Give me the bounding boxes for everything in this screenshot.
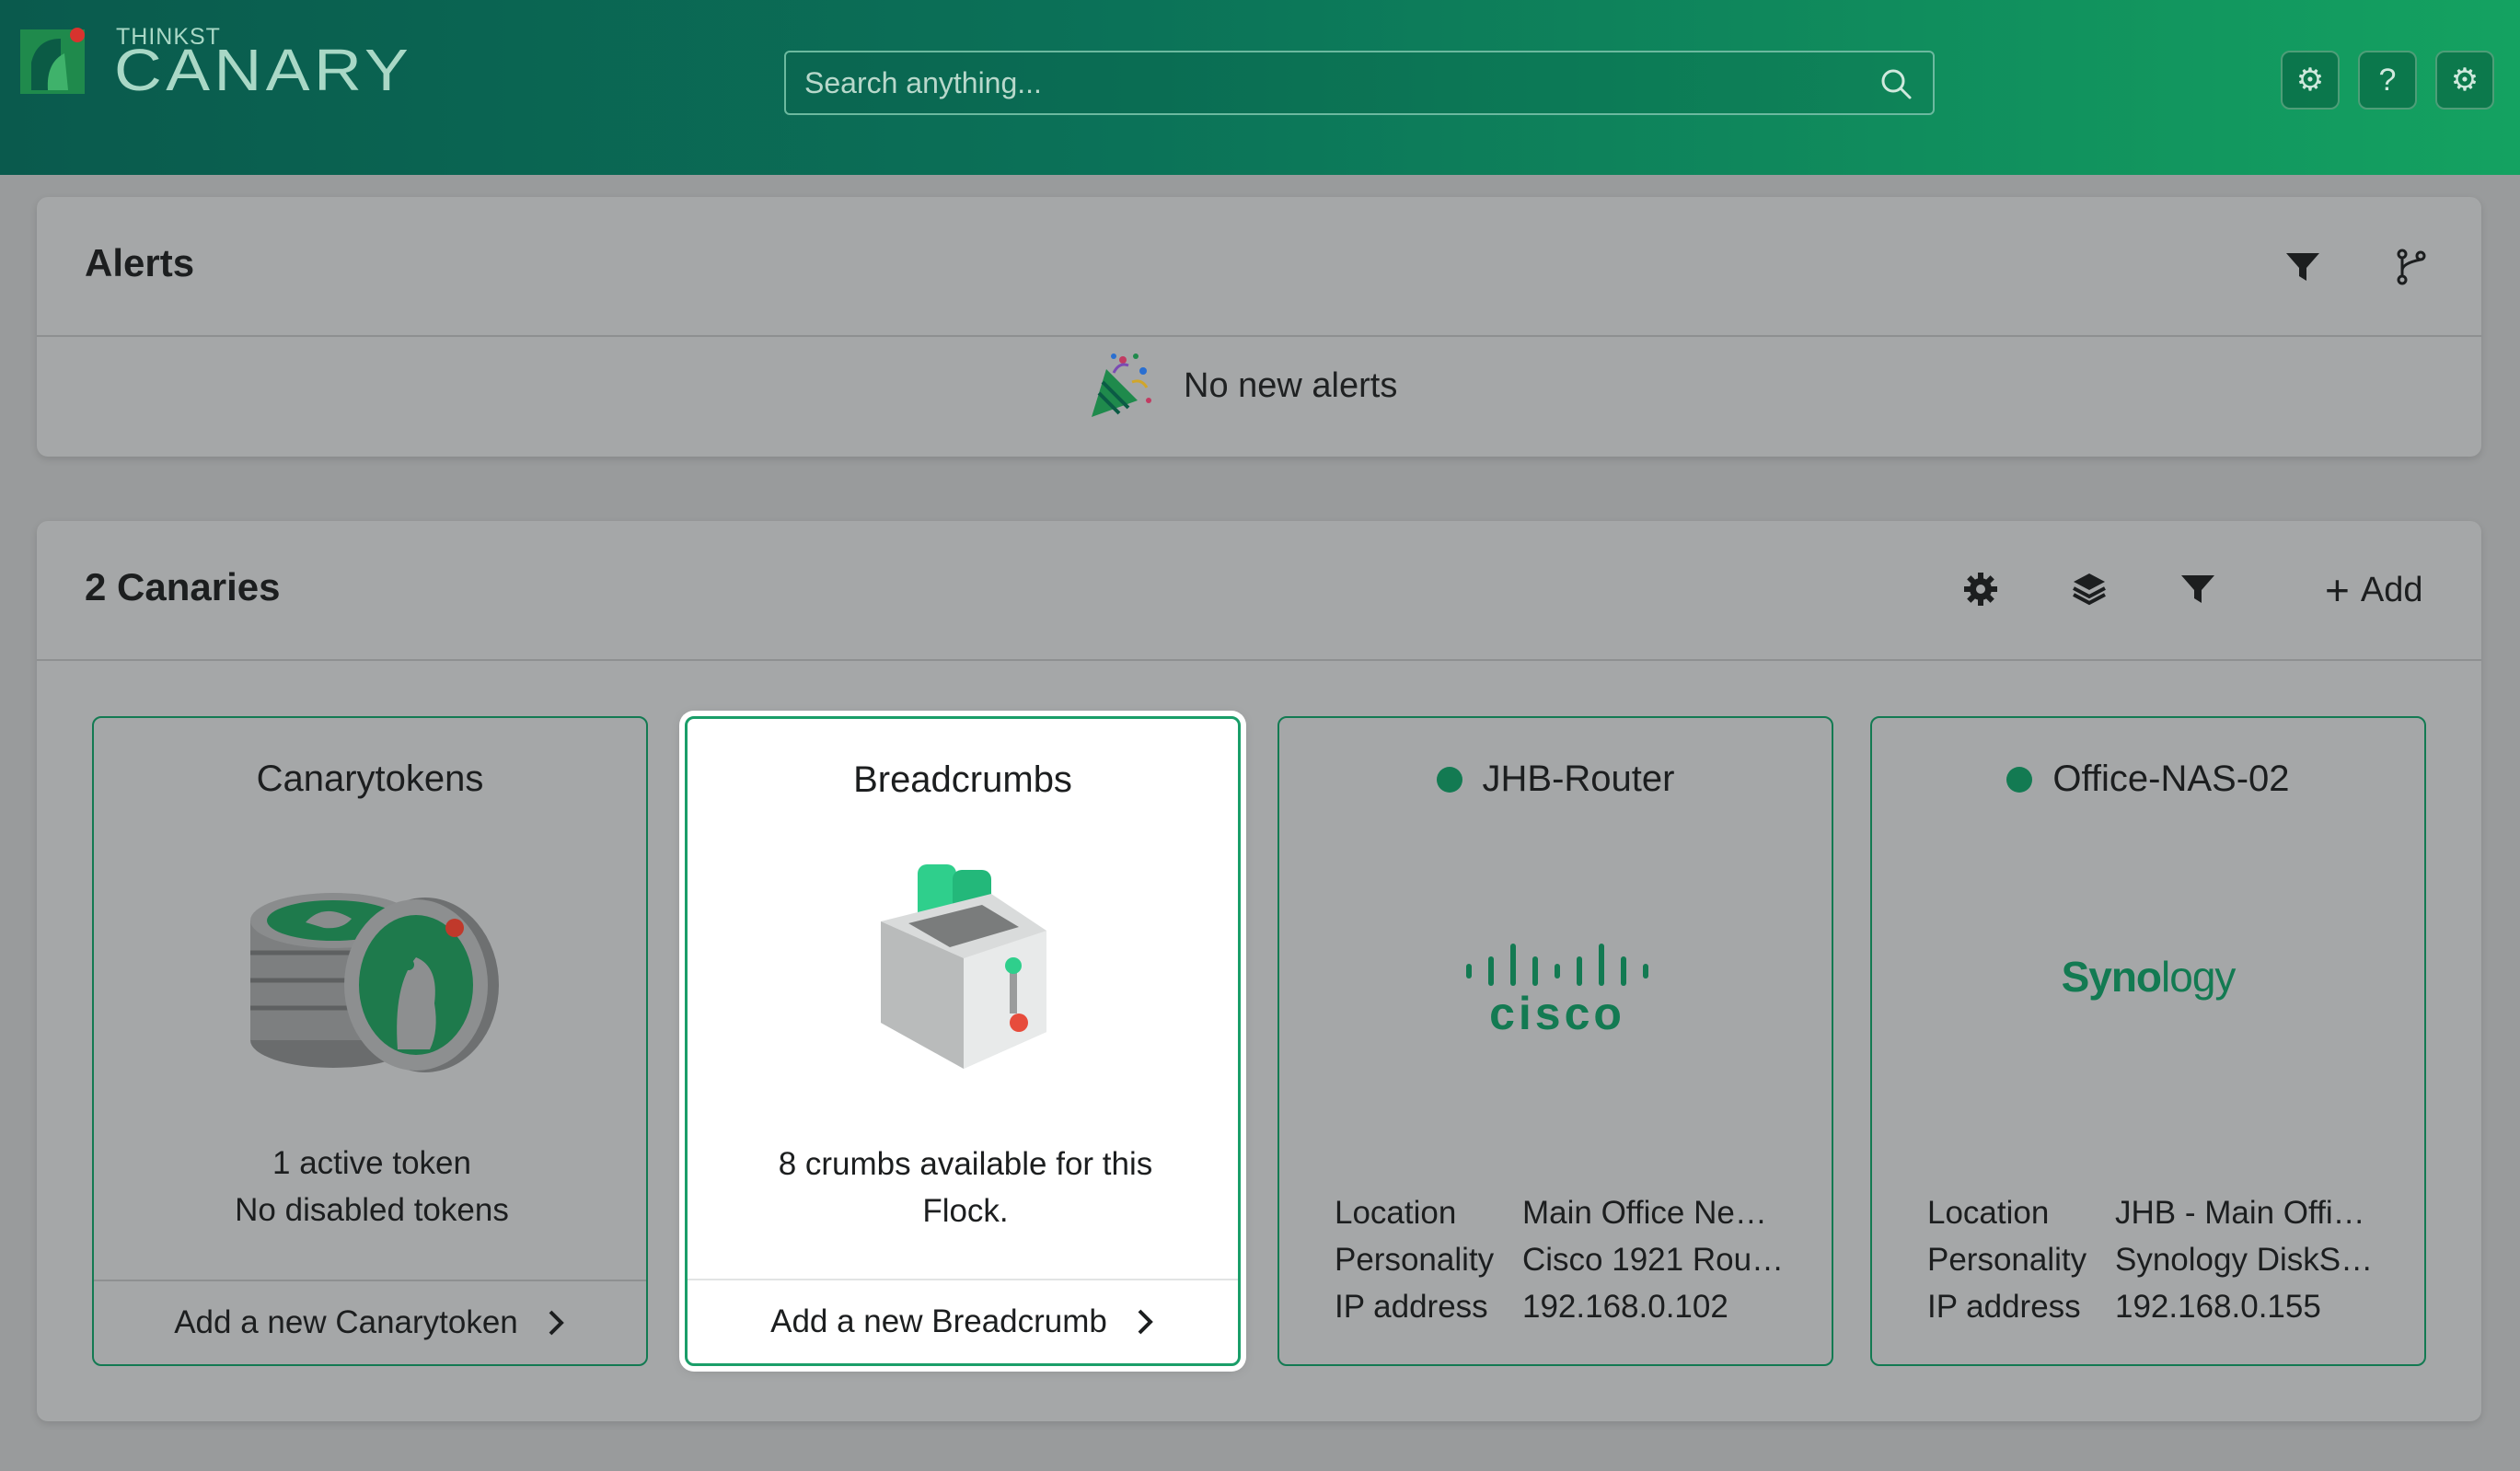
synology-logo: Synology (1872, 952, 2424, 1002)
active-token-count: 1 active token (272, 1145, 471, 1181)
alerts-title: Alerts (85, 241, 195, 284)
status-online-dot (2006, 766, 2033, 793)
info-row-location: Location Main Office Ne… (1335, 1195, 1767, 1231)
alerts-divider (37, 335, 2481, 337)
alerts-filter-button[interactable] (2283, 247, 2323, 287)
filter-icon (2181, 575, 2214, 603)
toaster-icon (881, 864, 1046, 1069)
canaries-filter-button[interactable] (2178, 569, 2218, 609)
layers-icon (2073, 573, 2106, 606)
crumbs-available-line2: Flock. (922, 1193, 1009, 1229)
office-nas-card[interactable]: Office-NAS-02 Synology Location JHB - Ma… (1870, 716, 2426, 1366)
help-icon: ? (2378, 62, 2397, 98)
alerts-branch-button[interactable] (2391, 247, 2432, 287)
card-description: 8 crumbs available for this Flock. (715, 1141, 1216, 1234)
card-description: 1 active token No disabled tokens (121, 1140, 622, 1234)
card-title-row: JHB-Router (1279, 759, 1832, 800)
search-box[interactable] (784, 51, 1935, 115)
add-canarytoken-link[interactable]: Add a new Canarytoken (94, 1280, 646, 1364)
party-popper-icon (1092, 353, 1151, 417)
add-breadcrumb-link[interactable]: Add a new Breadcrumb (688, 1279, 1238, 1363)
canarytokens-card[interactable]: Canarytokens 1 active token No disabled … (92, 716, 648, 1366)
info-row-ip-address: IP address 192.168.0.102 (1335, 1289, 1728, 1325)
canaries-layers-button[interactable] (2069, 569, 2110, 609)
info-row-location: Location JHB - Main Offi… (1927, 1195, 2365, 1231)
synology-logo-light: logy (2161, 953, 2236, 1001)
info-row-personality: Personality Synology DiskS… (1927, 1242, 2374, 1278)
device-info: Location Main Office Ne… Personality Cis… (1335, 1189, 1789, 1330)
disabled-token-count: No disabled tokens (235, 1192, 509, 1228)
search-icon[interactable] (1879, 67, 1913, 100)
canaries-gear-button[interactable] (1960, 569, 2001, 609)
brand-name: CANARY (114, 37, 413, 103)
top-header: THINKST CANARY ⚙ ? ⚙ (0, 0, 2520, 175)
status-online-dot (1436, 766, 1462, 793)
card-title-row: Office-NAS-02 (1872, 759, 2424, 800)
footer-label: Add a new Breadcrumb (770, 1303, 1107, 1339)
canary-logo[interactable]: THINKST CANARY (20, 24, 480, 107)
canary-bird-icon (20, 28, 85, 94)
no-alerts-row: No new alerts (1086, 353, 1397, 418)
gear-icon: ⚙ (2295, 63, 2325, 98)
card-title: Canarytokens (256, 759, 484, 799)
chevron-right-icon (549, 1310, 564, 1336)
search-input[interactable] (786, 52, 1854, 113)
plus-icon: + (2325, 566, 2350, 614)
filter-icon (2286, 253, 2319, 281)
crumbs-available-line1: 8 crumbs available for this (778, 1146, 1153, 1182)
breadcrumbs-card[interactable]: Breadcrumbs 8 crumbs available for this … (685, 716, 1241, 1366)
device-info: Location JHB - Main Offi… Personality Sy… (1927, 1189, 2382, 1330)
coins-stack-icon (250, 893, 499, 1072)
add-label: Add (2360, 570, 2423, 609)
branch-icon (2397, 249, 2426, 285)
device-name: Office-NAS-02 (2052, 759, 2290, 799)
chevron-right-icon (1138, 1309, 1153, 1335)
jhb-router-card[interactable]: JHB-Router cisco Location Main Office Ne… (1277, 716, 1833, 1366)
alerts-panel: Alerts No new alerts (37, 197, 2481, 457)
synology-logo-bold: Syno (2061, 953, 2162, 1001)
canaries-divider (37, 659, 2481, 661)
settings-icon: ⚙ (2450, 63, 2480, 98)
device-name: JHB-Router (1482, 759, 1675, 799)
add-canary-button[interactable]: + Add (2325, 569, 2423, 611)
header-gear-button[interactable]: ⚙ (2281, 51, 2340, 110)
info-row-personality: Personality Cisco 1921 Rou… (1335, 1242, 1785, 1278)
gear-icon (1964, 573, 1997, 606)
help-button[interactable]: ? (2358, 51, 2417, 110)
no-alerts-message: No new alerts (1184, 365, 1398, 405)
canaries-title: 2 Canaries (85, 565, 281, 608)
card-title: Breadcrumbs (853, 759, 1072, 800)
cisco-logo-text: cisco (1489, 988, 1625, 1033)
info-row-ip-address: IP address 192.168.0.155 (1927, 1289, 2321, 1325)
cisco-logo: cisco (1466, 944, 1648, 1033)
footer-label: Add a new Canarytoken (174, 1304, 518, 1340)
settings-button[interactable]: ⚙ (2435, 51, 2494, 110)
